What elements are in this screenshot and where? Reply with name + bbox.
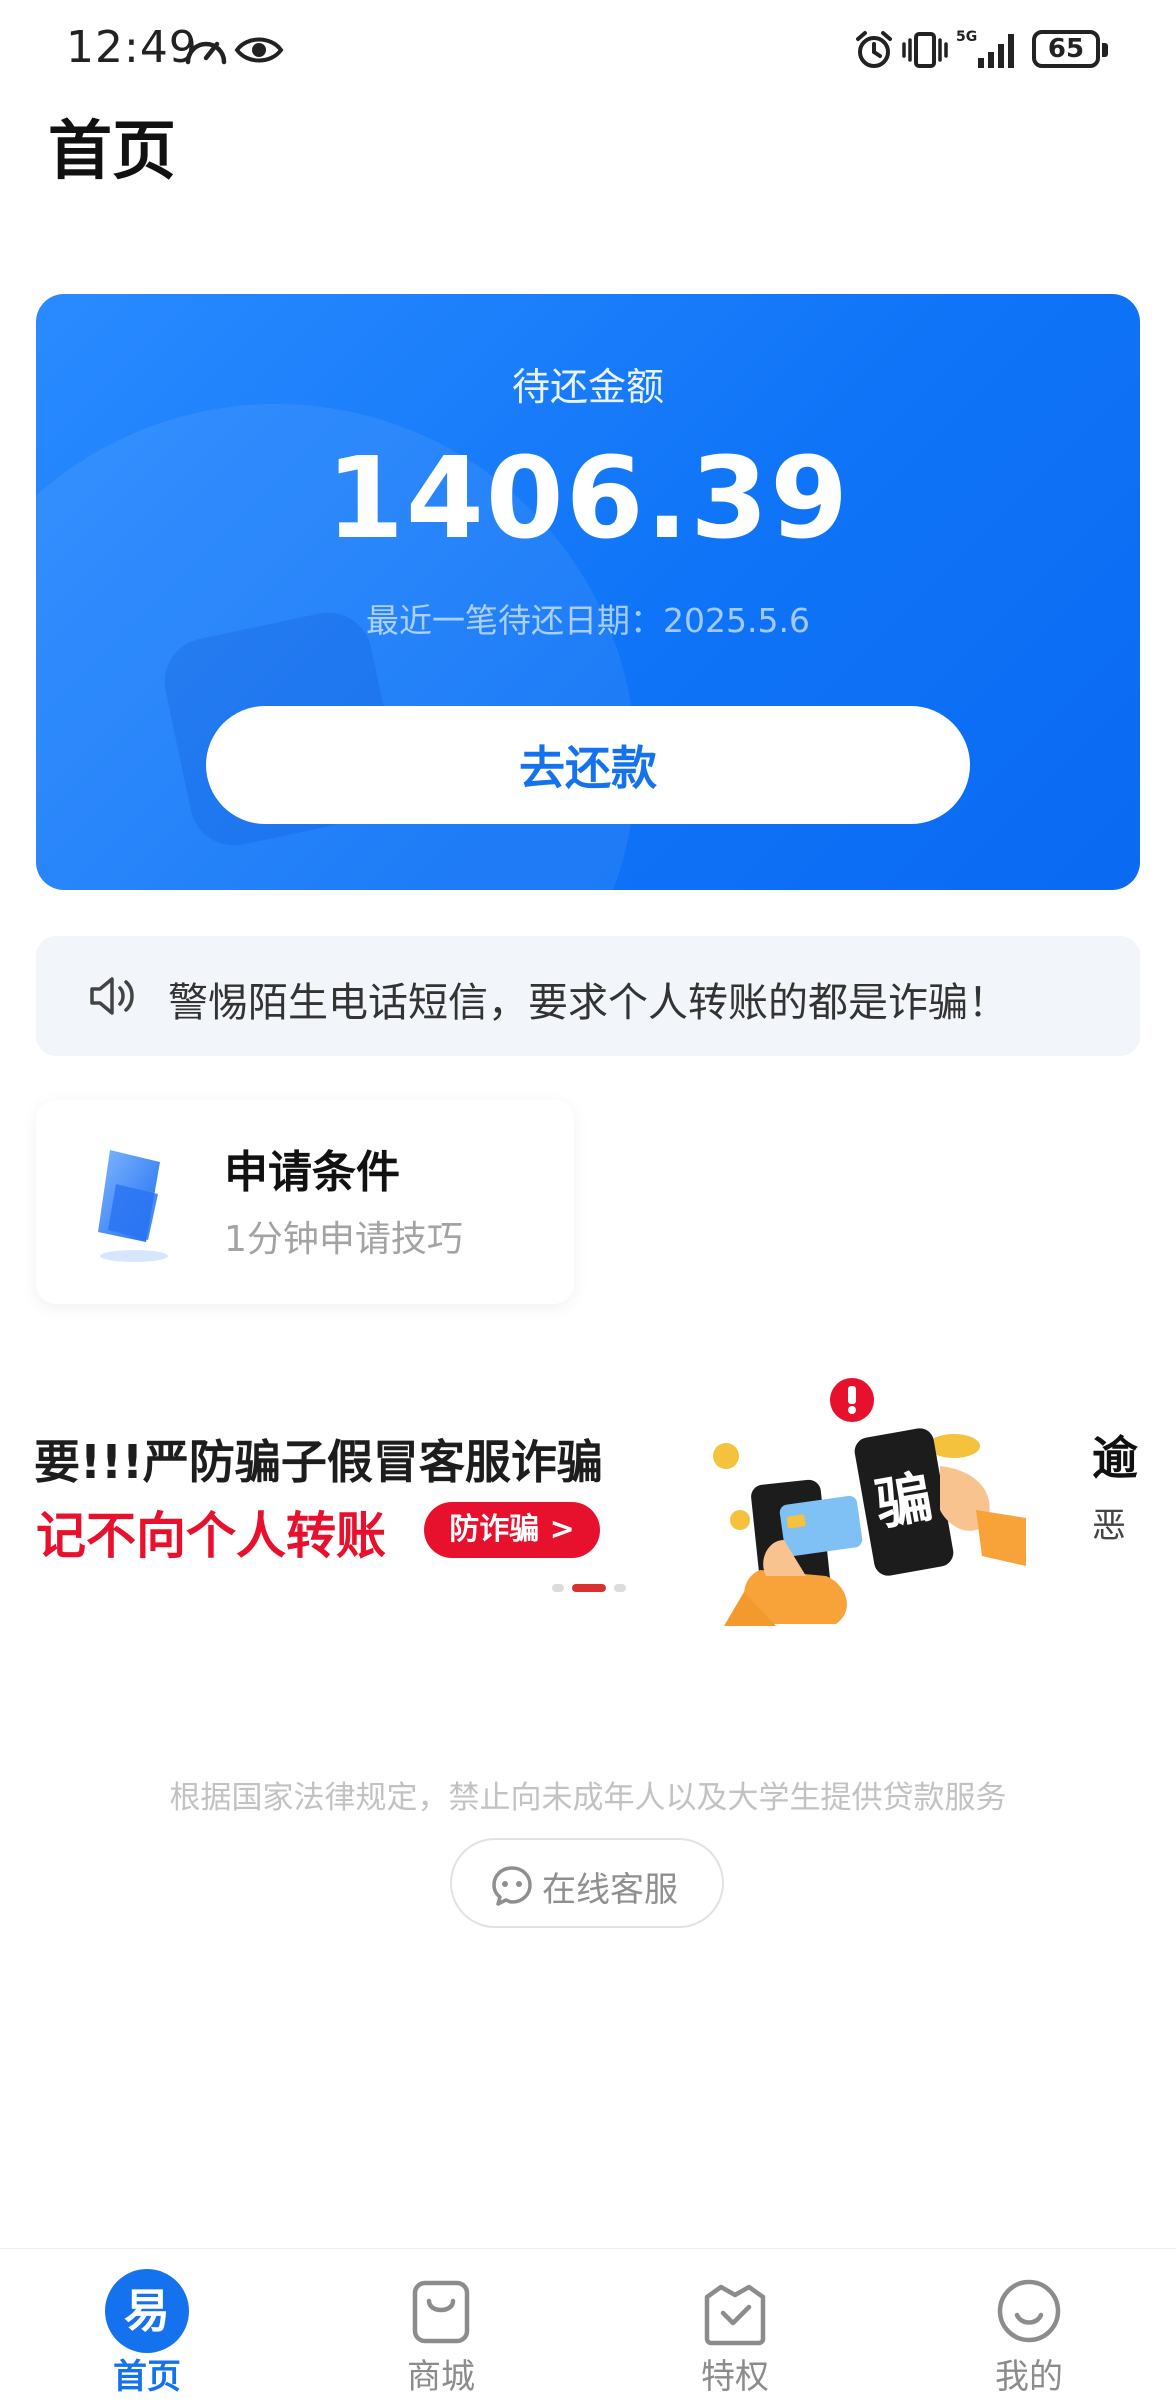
nav-label-privilege: 特权 <box>701 2357 769 2397</box>
legal-disclaimer: 根据国家法律规定，禁止向未成年人以及大学生提供贷款服务 <box>169 1780 1007 1816</box>
banner-subheadline: 记不向个人转账 <box>36 1507 386 1565</box>
banner-art-text: 骗 <box>871 1465 937 1539</box>
nav-label-mall: 商城 <box>407 2357 475 2397</box>
repay-button[interactable]: 去还款 <box>206 706 970 824</box>
anti-fraud-banner[interactable]: 要!!!严防骗子假冒客服诈骗 记不向个人转账 防诈骗 > 骗 逾 恶 <box>0 1370 1176 1630</box>
carousel-dot[interactable] <box>552 1584 564 1592</box>
bottom-navigation: 易 首页 商城 特权 我的 <box>0 2248 1176 2400</box>
recent-due-date-label: 最近一笔待还日期： <box>366 601 664 640</box>
battery-indicator: 65 <box>1032 30 1108 68</box>
shopping-bag-icon <box>412 2280 470 2344</box>
privilege-bag-icon <box>704 2284 766 2346</box>
home-logo-icon: 易 <box>105 2269 189 2353</box>
signal-icon <box>978 34 1014 68</box>
vibrate-icon <box>902 32 948 68</box>
speedometer-icon <box>185 41 227 65</box>
notice-text: 警惕陌生电话短信，要求个人转账的都是诈骗！ <box>168 980 1008 1026</box>
carousel-dot[interactable] <box>614 1584 626 1592</box>
phones-scam-illustration: 骗 <box>713 1378 1026 1626</box>
nav-item-mall[interactable]: 商城 <box>294 2249 588 2401</box>
chat-smile-icon <box>492 1866 532 1906</box>
network-type: 5G <box>956 29 978 45</box>
repay-card: 待还金额 1406.39 最近一笔待还日期：2025.5.6 去还款 <box>36 294 1140 890</box>
speaker-icon <box>90 977 134 1015</box>
status-time: 12:49 <box>66 22 198 73</box>
alarm-icon <box>856 31 892 68</box>
nav-item-home[interactable]: 易 首页 <box>0 2249 294 2401</box>
anti-fraud-notice[interactable]: 警惕陌生电话短信，要求个人转账的都是诈骗！ <box>36 936 1140 1056</box>
profile-smile-icon <box>997 2279 1061 2343</box>
page-title: 首页 <box>48 115 176 189</box>
nav-label-home: 首页 <box>113 2357 181 2397</box>
nav-label-mine: 我的 <box>995 2357 1063 2397</box>
anti-fraud-link[interactable]: 防诈骗 > <box>424 1502 600 1558</box>
home-logo-glyph: 易 <box>124 2284 170 2338</box>
next-banner-peek-title: 逾 <box>1092 1431 1138 1485</box>
online-service-label: 在线客服 <box>542 1870 678 1910</box>
online-service-button[interactable]: 在线客服 <box>450 1838 724 1928</box>
nav-item-mine[interactable]: 我的 <box>882 2249 1176 2401</box>
status-bar: 12:49 5G 65 <box>0 0 1176 100</box>
apply-conditions-subtitle: 1分钟申请技巧 <box>224 1219 463 1260</box>
next-banner-peek-subtitle: 恶 <box>1092 1506 1126 1546</box>
banner-headline: 要!!!严防骗子假冒客服诈骗 <box>34 1435 603 1489</box>
apply-conditions-title: 申请条件 <box>224 1147 400 1198</box>
recent-due-date-value: 2025.5.6 <box>663 601 810 640</box>
repay-amount-value: 1406.39 <box>325 434 851 564</box>
carousel-dot-active[interactable] <box>572 1584 606 1592</box>
recent-due-date-row: 最近一笔待还日期：2025.5.6 <box>36 594 1140 642</box>
document-icon <box>98 1150 168 1262</box>
apply-conditions-card[interactable]: 申请条件 1分钟申请技巧 <box>36 1100 574 1304</box>
eye-icon <box>234 37 284 63</box>
nav-item-privilege[interactable]: 特权 <box>588 2249 882 2401</box>
repay-amount-label: 待还金额 <box>511 365 664 409</box>
